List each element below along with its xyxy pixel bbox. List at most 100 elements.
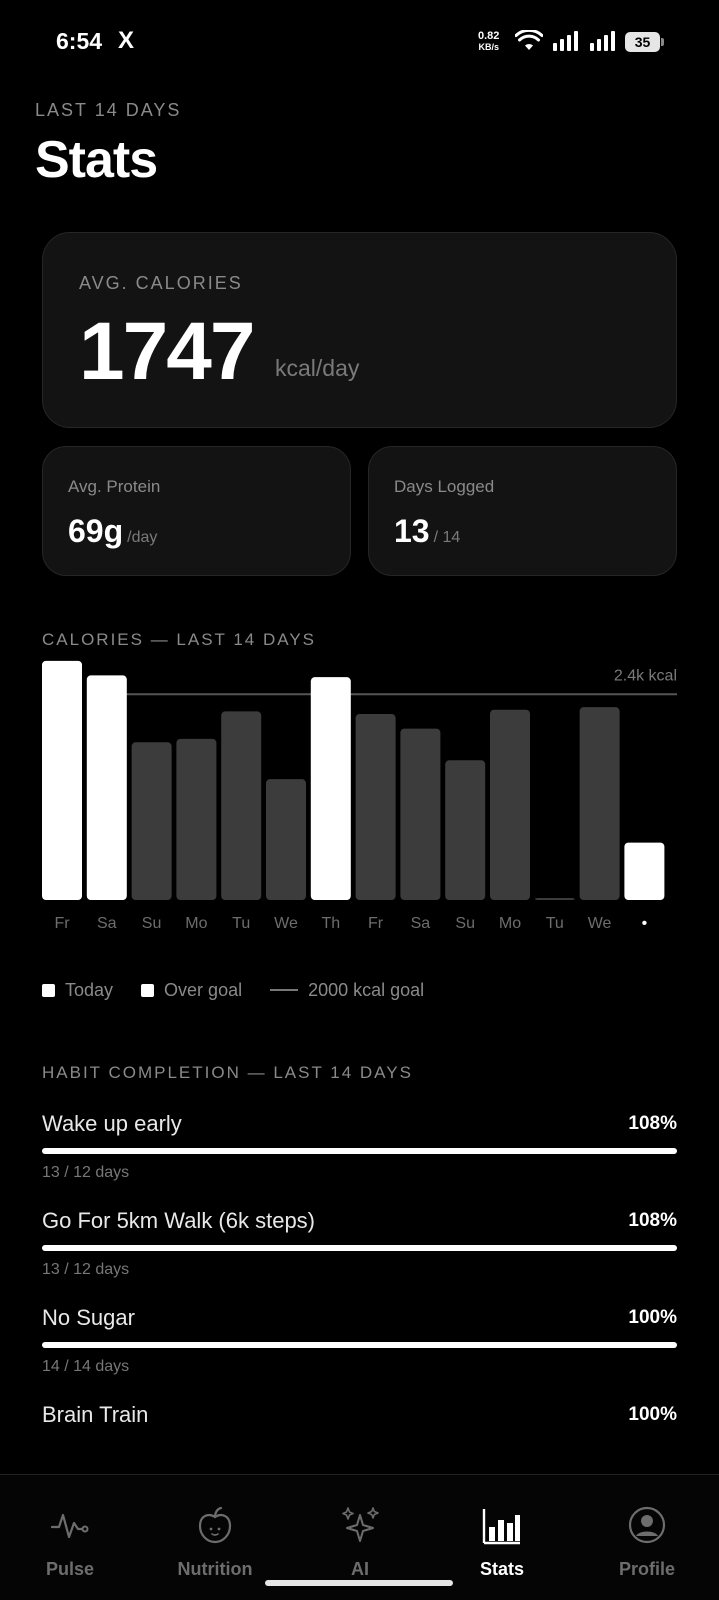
habit-item[interactable]: No Sugar 100% 14 / 14 days — [42, 1304, 677, 1376]
avg-protein-value: 69g — [68, 513, 124, 549]
habit-item[interactable]: Go For 5km Walk (6k steps) 108% 13 / 12 … — [42, 1207, 677, 1279]
nav-item-pulse[interactable]: Pulse — [0, 1475, 140, 1600]
habit-progress-track — [42, 1245, 677, 1251]
home-indicator — [265, 1580, 453, 1586]
habit-item[interactable]: Wake up early 108% 13 / 12 days — [42, 1110, 677, 1182]
habit-detail: 13 / 12 days — [42, 1164, 130, 1181]
nav-label-pulse: Pulse — [45, 1559, 95, 1579]
day-tick-label: Su — [142, 915, 162, 932]
day-tick-label: Su — [455, 915, 475, 932]
wifi-icon — [515, 30, 543, 50]
day-tick-label: Tu — [546, 915, 564, 932]
nav-item-nutrition[interactable]: Nutrition — [145, 1475, 285, 1600]
network-speed-unit: KB/s — [478, 42, 499, 52]
legend-today-label: Today — [65, 979, 114, 1000]
page-eyebrow: LAST 14 DAYS — [35, 100, 182, 120]
habits-section-title: HABIT COMPLETION — LAST 14 DAYS — [42, 1063, 413, 1082]
avg-protein-label: Avg. Protein — [68, 477, 161, 496]
habit-percent: 108% — [628, 1210, 677, 1231]
nav-label-nutrition: Nutrition — [177, 1559, 253, 1579]
battery-icon: 35 — [625, 32, 664, 52]
calorie-bar[interactable] — [310, 677, 351, 900]
page-title: Stats — [35, 131, 158, 189]
days-logged-value-wrap: 13/ 14 — [394, 513, 460, 550]
avg-protein-card: Avg. Protein 69g/day — [42, 446, 351, 576]
calorie-bar[interactable] — [42, 660, 82, 900]
nav-label-profile: Profile — [618, 1559, 675, 1579]
habit-percent: 100% — [628, 1404, 677, 1425]
calorie-bar[interactable] — [400, 728, 441, 900]
legend-over-goal-label: Over goal — [164, 979, 243, 1000]
habit-detail: 13 / 12 days — [42, 1261, 130, 1278]
user-circle-icon — [628, 1506, 666, 1544]
day-tick-label: Mo — [499, 915, 521, 932]
calories-bar-chart: 2.4k kcal Fr Sa Su Mo Tu We Th Fr Sa Su Mo Tu We • — [42, 660, 677, 932]
day-tick-label: Sa — [411, 915, 431, 932]
x-app-icon: X — [118, 27, 135, 54]
avg-protein-value-wrap: 69g/day — [68, 513, 157, 550]
signal-icon — [590, 31, 615, 51]
calories-section-title: CALORIES — LAST 14 DAYS — [42, 630, 317, 649]
habit-percent: 108% — [628, 1113, 677, 1134]
calorie-bar[interactable] — [490, 709, 530, 900]
habit-name: Wake up early — [42, 1111, 182, 1136]
day-tick-label: We — [274, 915, 298, 932]
avg-protein-unit: /day — [127, 529, 158, 546]
calorie-bar[interactable] — [579, 707, 620, 900]
nav-item-profile[interactable]: Profile — [577, 1475, 717, 1600]
network-speed-value: 0.82 — [478, 30, 500, 42]
day-tick-label: Mo — [185, 915, 207, 932]
days-logged-label: Days Logged — [394, 477, 495, 496]
habit-name: No Sugar — [42, 1305, 135, 1330]
calorie-bar[interactable] — [221, 711, 262, 900]
chart-legend: Today Over goal 2000 kcal goal — [42, 978, 424, 1002]
apple-icon — [198, 1506, 232, 1544]
legend-today: Today — [42, 980, 113, 1001]
nav-item-stats[interactable]: Stats — [432, 1475, 572, 1600]
status-bar: 6:54 X 0.82 KB/s 35 — [0, 0, 719, 84]
habit-item[interactable]: Brain Train 100% — [42, 1401, 677, 1429]
habit-name: Brain Train — [42, 1402, 149, 1427]
calorie-bar[interactable] — [355, 714, 396, 900]
habit-progress-fill — [42, 1342, 677, 1348]
avg-calories-card: AVG. CALORIES 1747 kcal/day — [42, 232, 677, 428]
habit-percent: 100% — [628, 1307, 677, 1328]
day-tick-label: Fr — [368, 915, 384, 932]
habit-progress-fill — [42, 1245, 677, 1251]
day-tick-label: • — [642, 915, 648, 932]
goal-reference-label: 2.4k kcal — [614, 667, 677, 684]
legend-goal-line — [270, 989, 299, 991]
days-logged-card: Days Logged 13/ 14 — [368, 446, 677, 576]
calorie-bar[interactable] — [131, 742, 172, 900]
days-logged-value: 13 — [394, 513, 430, 549]
day-tick-label: Fr — [54, 915, 70, 932]
day-tick-label: Th — [321, 915, 340, 932]
status-time: 6:54 — [56, 28, 103, 54]
habit-progress-track — [42, 1148, 677, 1154]
legend-goal-label: 2000 kcal goal — [308, 979, 425, 1000]
habit-detail: 14 / 14 days — [42, 1358, 130, 1375]
day-tick-label: Tu — [232, 915, 250, 932]
avg-calories-unit: kcal/day — [275, 355, 360, 381]
calorie-bar[interactable] — [266, 779, 306, 900]
network-speed: 0.82 KB/s — [478, 31, 499, 53]
calorie-bar[interactable] — [86, 675, 127, 900]
legend-goal: 2000 kcal goal — [270, 980, 424, 1001]
avg-calories-label: AVG. CALORIES — [79, 273, 243, 293]
calorie-bar[interactable] — [176, 738, 217, 900]
bar-chart-icon — [482, 1509, 520, 1545]
legend-over-goal-swatch — [141, 983, 155, 997]
day-tick-label: We — [588, 915, 612, 932]
day-tick-label: Sa — [97, 915, 117, 932]
sparkles-icon — [342, 1507, 379, 1542]
signal-icon — [553, 31, 578, 51]
nav-label-stats: Stats — [479, 1559, 524, 1579]
legend-over-goal: Over goal — [141, 980, 242, 1001]
habit-progress-track — [42, 1342, 677, 1348]
habit-name: Go For 5km Walk (6k steps) — [42, 1208, 316, 1233]
calorie-bar[interactable] — [534, 898, 575, 900]
days-logged-unit: / 14 — [433, 529, 461, 546]
calorie-bar[interactable] — [445, 760, 486, 900]
habit-progress-fill — [42, 1148, 677, 1154]
calorie-bar[interactable] — [624, 842, 665, 900]
